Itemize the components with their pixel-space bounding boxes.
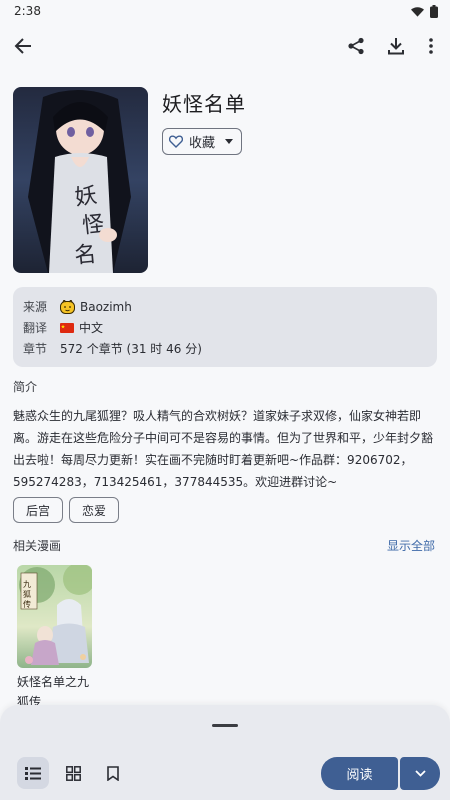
- chapters-row: 章节 572 个章节 (31 时 46 分): [23, 338, 427, 359]
- synopsis-heading: 简介: [13, 380, 38, 394]
- source-logo-icon: [60, 299, 75, 314]
- svg-text:名: 名: [73, 242, 97, 269]
- back-button[interactable]: [9, 32, 37, 60]
- info-card: 来源 Baozimh 翻译 中文 章节 572 个章节 (31 时 46 分): [13, 287, 437, 367]
- chapters-value: 572 个章节 (31 时 46 分): [60, 342, 202, 356]
- download-icon: [388, 38, 404, 55]
- more-options-button[interactable]: [417, 32, 445, 60]
- favorite-label: 收藏: [189, 136, 216, 151]
- download-button[interactable]: [382, 32, 410, 60]
- translation-label: 翻译: [23, 321, 48, 335]
- tag-chip[interactable]: 后宫: [13, 497, 64, 523]
- bookmark-icon: [107, 765, 119, 781]
- dropdown-arrow-icon: [225, 139, 234, 144]
- manga-cover-image[interactable]: 妖 怪 名: [13, 87, 148, 273]
- more-vert-icon: [429, 38, 433, 54]
- svg-text:妖: 妖: [73, 183, 98, 211]
- back-arrow-icon: [14, 38, 31, 54]
- status-bar: 2:38: [0, 0, 450, 22]
- share-button[interactable]: [342, 32, 370, 60]
- svg-text:九: 九: [23, 580, 31, 589]
- show-all-link[interactable]: 显示全部: [387, 537, 435, 554]
- tag-chip[interactable]: 恋爱: [69, 497, 120, 523]
- grid-view-icon: [65, 765, 81, 781]
- genre-tags: 后宫 恋爱: [13, 497, 120, 523]
- svg-text:狐: 狐: [23, 589, 31, 599]
- related-heading: 相关漫画: [13, 539, 62, 553]
- chapters-label: 章节: [23, 342, 48, 356]
- battery-icon: [430, 4, 438, 18]
- read-button[interactable]: 阅读: [321, 757, 398, 790]
- top-app-bar: [0, 26, 450, 66]
- read-options-button[interactable]: [400, 757, 440, 790]
- list-view-icon: [25, 766, 41, 780]
- grid-view-button[interactable]: [57, 757, 89, 789]
- status-time: 2:38: [14, 4, 41, 18]
- source-row: 来源 Baozimh: [23, 296, 427, 317]
- manga-title: 妖怪名单: [162, 92, 246, 116]
- synopsis-text[interactable]: 魅惑众生的九尾狐狸？吸人精气的合欢树妖？道家妹子求双修，仙家女神若即离。游走在这…: [13, 405, 437, 493]
- chevron-down-icon: [414, 770, 426, 777]
- share-icon: [348, 37, 364, 55]
- china-flag-icon: [60, 322, 74, 333]
- translation-row: 翻译 中文: [23, 317, 427, 338]
- svg-text:传: 传: [23, 599, 31, 609]
- related-manga-cover[interactable]: 九 狐 传: [17, 565, 92, 668]
- status-icons: [411, 4, 438, 18]
- wifi-icon: [411, 6, 424, 17]
- list-view-button[interactable]: [17, 757, 49, 789]
- heart-outline-icon: [169, 135, 183, 148]
- bottom-action-sheet: 阅读: [0, 705, 450, 800]
- source-value: Baozimh: [80, 299, 132, 314]
- bookmark-button[interactable]: [97, 757, 129, 789]
- translation-value: 中文: [79, 321, 104, 335]
- drag-handle[interactable]: [212, 724, 238, 727]
- favorite-button[interactable]: 收藏: [162, 128, 242, 155]
- source-label: 来源: [23, 300, 48, 314]
